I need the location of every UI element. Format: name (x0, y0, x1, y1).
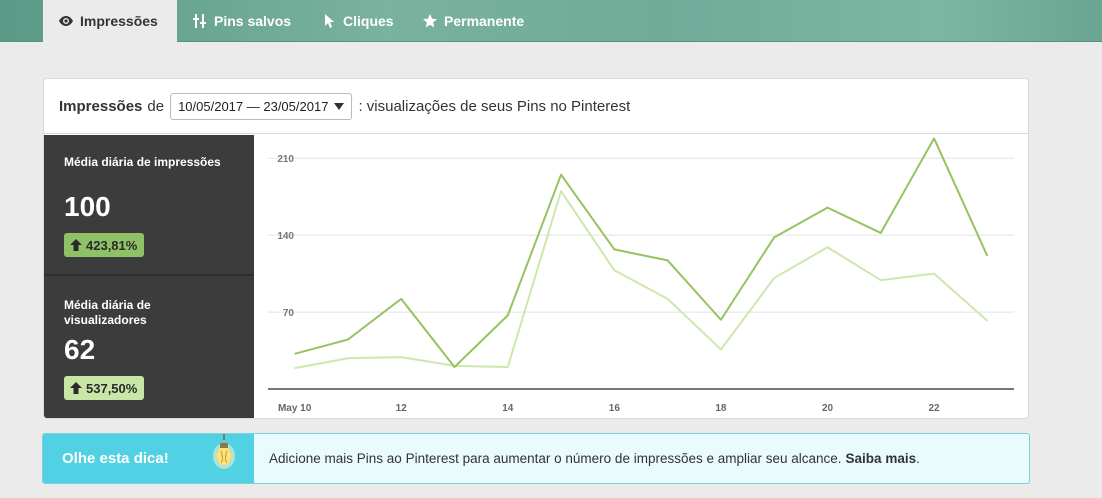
pin-save-icon (193, 14, 207, 28)
stat-value: 100 (64, 191, 111, 222)
card-header: Impressões de 10/05/2017 — 23/05/2017 : … (44, 79, 1028, 134)
x-tick-label: May 10 (278, 403, 312, 414)
y-tick-label: 140 (277, 231, 294, 242)
card-title: Impressões (59, 97, 143, 115)
stat-label: Média diária de visualizadores (64, 298, 151, 327)
cursor-icon (322, 14, 336, 28)
stat-label: Média diária de impressões (64, 155, 221, 169)
tip-banner: Olhe esta dica! Adicione mais Pins ao Pi… (42, 433, 1030, 484)
status-badge: 423,81% (64, 233, 145, 257)
stat-change: 423,81% (86, 237, 138, 253)
tab-permanente[interactable]: Permanente (423, 0, 524, 42)
stat-change: 537,50% (86, 380, 138, 396)
x-tick-label: 18 (715, 403, 727, 414)
x-tick-label: 14 (502, 403, 514, 414)
chevron-down-icon (334, 102, 345, 110)
impressions-card: Impressões de 10/05/2017 — 23/05/2017 : … (43, 78, 1029, 419)
tip-text-end: . (916, 451, 920, 466)
series-line (294, 137, 989, 369)
date-range-select[interactable]: 10/05/2017 — 23/05/2017 (170, 92, 353, 120)
tab-pins-salvos[interactable]: Pins salvos (193, 0, 291, 42)
x-tick-label: 12 (396, 403, 408, 414)
tab-label: Impressões (80, 13, 158, 29)
lightbulb-icon (213, 434, 235, 469)
tab-cliques[interactable]: Cliques (322, 0, 394, 42)
stat-value: 62 (64, 334, 96, 365)
tip-text-wrap: Adicione mais Pins ao Pinterest para aum… (269, 434, 920, 483)
card-subtitle: : visualizações de seus Pins no Pinteres… (358, 97, 631, 115)
date-range-value: 10/05/2017 — 23/05/2017 (178, 98, 329, 114)
x-tick-label: 22 (929, 403, 941, 414)
star-icon (423, 14, 437, 28)
tip-text: Adicione mais Pins ao Pinterest para aum… (269, 451, 842, 466)
card-title-prefix: de (147, 97, 165, 115)
line-chart: 70 140 210 May 10 12 14 16 18 20 22 (268, 137, 1014, 414)
status-badge: 537,50% (64, 376, 145, 400)
tab-label: Cliques (343, 13, 394, 29)
tab-label: Pins salvos (214, 13, 292, 29)
stat-viewers: Média diária de visualizadores 62 537,50… (44, 278, 254, 418)
tab-impressoes[interactable]: Impressões (43, 0, 177, 42)
top-nav: Impressões Pins salvos Cliques Permanent… (0, 0, 1102, 42)
x-tick-label: 20 (822, 403, 834, 414)
series-line (294, 190, 989, 370)
y-tick-label: 210 (277, 154, 294, 165)
y-tick-label: 70 (283, 308, 295, 319)
impressions-chart: 70 140 210 May 10 12 14 16 18 20 22 (254, 135, 1028, 418)
eye-icon (59, 14, 73, 28)
stats-panel: Média diária de impressões 100 423,81% M… (44, 135, 254, 418)
stat-impressions: Média diária de impressões 100 423,81% (44, 135, 254, 276)
arrow-up-icon (70, 382, 82, 394)
tab-label: Permanente (444, 13, 525, 29)
learn-more-link[interactable]: Saiba mais (846, 451, 917, 466)
x-tick-label: 16 (609, 403, 621, 414)
arrow-up-icon (70, 239, 82, 251)
